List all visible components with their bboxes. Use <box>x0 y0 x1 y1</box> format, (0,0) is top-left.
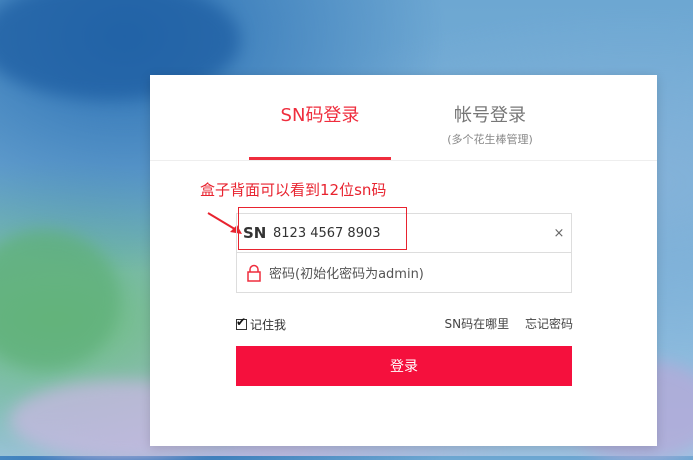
background-shape <box>0 230 120 370</box>
where-is-sn-link[interactable]: SN码在哪里 <box>445 317 510 331</box>
login-tabs: SN码登录 帐号登录 (多个花生棒管理) <box>150 75 657 161</box>
tab-sn-login-label: SN码登录 <box>280 105 360 126</box>
password-placeholder: 密码(初始化密码为admin) <box>269 267 424 282</box>
remember-me-label: 记住我 <box>250 318 287 332</box>
tab-account-login-subtitle: (多个花生棒管理) <box>447 133 533 146</box>
login-button[interactable]: 登录 <box>236 346 572 386</box>
tab-sn-login[interactable]: SN码登录 <box>250 101 390 127</box>
help-links: SN码在哪里 忘记密码 <box>433 315 573 332</box>
sn-hint-annotation: 盒子背面可以看到12位sn码 <box>200 181 387 199</box>
remember-me-checkbox[interactable] <box>236 315 247 330</box>
tab-account-login-label: 帐号登录 <box>454 105 526 126</box>
forgot-password-link[interactable]: 忘记密码 <box>525 317 573 331</box>
tab-account-login[interactable]: 帐号登录 (多个花生棒管理) <box>420 101 560 147</box>
lock-icon <box>247 264 261 282</box>
remember-me[interactable]: 记住我 <box>236 315 287 333</box>
login-card: SN码登录 帐号登录 (多个花生棒管理) 盒子背面可以看到12位sn码 SN 8… <box>150 75 657 446</box>
clear-icon[interactable]: × <box>547 226 571 241</box>
password-input-field[interactable]: 密码(初始化密码为admin) <box>236 253 572 293</box>
annotation-highlight-box <box>238 207 407 250</box>
active-tab-indicator <box>249 157 391 160</box>
